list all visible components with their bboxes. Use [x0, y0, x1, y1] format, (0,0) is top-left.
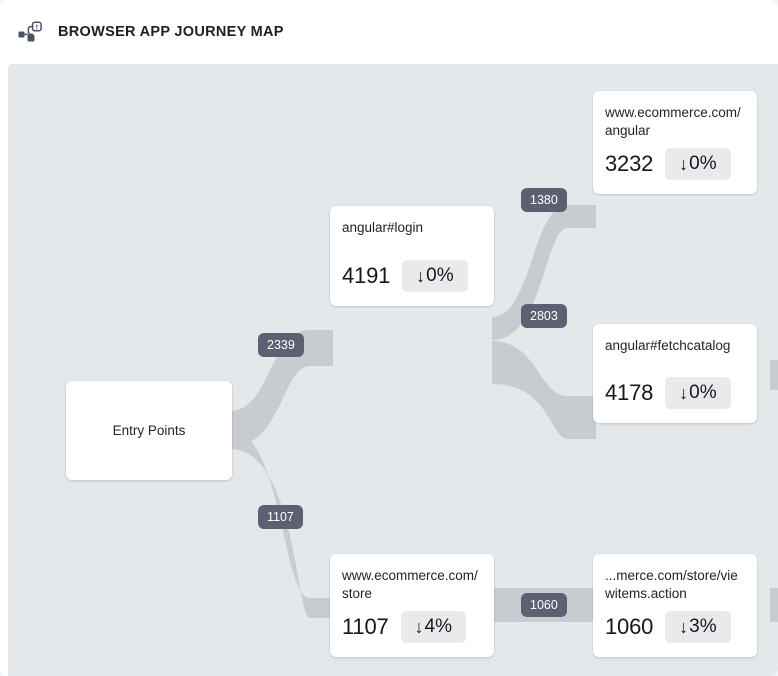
- node-delta-value: 0%: [689, 153, 717, 174]
- node-delta-chip: ↓ 3%: [665, 611, 731, 643]
- node-label: www.ecommerce.com/store: [342, 568, 478, 601]
- panel-header: BROWSER APP JOURNEY MAP: [0, 0, 778, 64]
- node-metrics: 4178 ↓ 0%: [605, 377, 745, 423]
- node-value: 4178: [605, 380, 654, 405]
- node-label: angular#login: [342, 220, 424, 235]
- node-ecommerce-angular[interactable]: www.ecommerce.com/angular 3232 ↓ 0%: [593, 91, 757, 194]
- node-delta-value: 3%: [689, 616, 717, 637]
- node-metrics: 1107 ↓ 4%: [342, 611, 482, 657]
- edge-label-entry-store[interactable]: 1107: [258, 505, 303, 529]
- node-value: 1060: [605, 614, 654, 639]
- edge-stub-right-lower: [770, 588, 778, 622]
- node-delta-chip: ↓ 4%: [400, 611, 466, 643]
- node-delta-value: 4%: [424, 616, 452, 637]
- node-delta-value: 0%: [689, 382, 717, 403]
- node-value: 4191: [342, 263, 391, 288]
- node-metrics: 4191 ↓ 0%: [342, 260, 482, 306]
- node-delta-chip: ↓ 0%: [665, 148, 731, 180]
- node-metrics: 1060 ↓ 3%: [605, 611, 745, 657]
- node-label: Entry Points: [112, 422, 186, 438]
- edge-label-login-fetchcatalog[interactable]: 2803: [521, 304, 567, 328]
- arrow-down-icon: ↓: [416, 266, 426, 286]
- node-delta-chip: ↓ 0%: [402, 260, 468, 292]
- node-delta-chip: ↓ 0%: [665, 377, 731, 409]
- node-delta-value: 0%: [426, 265, 454, 286]
- node-ecommerce-store[interactable]: www.ecommerce.com/store 1107 ↓ 4%: [330, 554, 494, 657]
- edge-label-store-viewitems[interactable]: 1060: [521, 593, 567, 617]
- page-title: BROWSER APP JOURNEY MAP: [58, 24, 284, 40]
- node-label: angular#fetchcatalog: [605, 338, 731, 353]
- edge-login-fetchcatalog: [492, 341, 596, 439]
- arrow-down-icon: ↓: [679, 617, 689, 637]
- arrow-down-icon: ↓: [414, 617, 424, 637]
- edge-label-login-angular[interactable]: 1380: [521, 188, 567, 212]
- journey-map-icon: [14, 15, 48, 49]
- node-entry-points[interactable]: Entry Points: [66, 381, 232, 480]
- node-value: 3232: [605, 151, 654, 176]
- node-label: www.ecommerce.com/angular: [605, 105, 741, 138]
- arrow-down-icon: ↓: [679, 383, 689, 403]
- node-store-viewitems[interactable]: ...merce.com/store/viewitems.action 1060…: [593, 554, 757, 657]
- node-angular-fetchcatalog[interactable]: angular#fetchcatalog 4178 ↓ 0%: [593, 324, 757, 423]
- node-metrics: 3232 ↓ 0%: [605, 148, 745, 194]
- journey-map-canvas[interactable]: Entry Points angular#login 4191 ↓ 0% www.…: [8, 64, 778, 676]
- arrow-down-icon: ↓: [679, 154, 689, 174]
- journey-map-panel: BROWSER APP JOURNEY MAP Entry Points ang…: [0, 0, 778, 676]
- edge-stub-right: [770, 360, 778, 390]
- edge-label-entry-login[interactable]: 2339: [258, 333, 304, 357]
- node-value: 1107: [342, 614, 389, 639]
- node-angular-login[interactable]: angular#login 4191 ↓ 0%: [330, 206, 494, 306]
- node-label: ...merce.com/store/viewitems.action: [605, 568, 738, 601]
